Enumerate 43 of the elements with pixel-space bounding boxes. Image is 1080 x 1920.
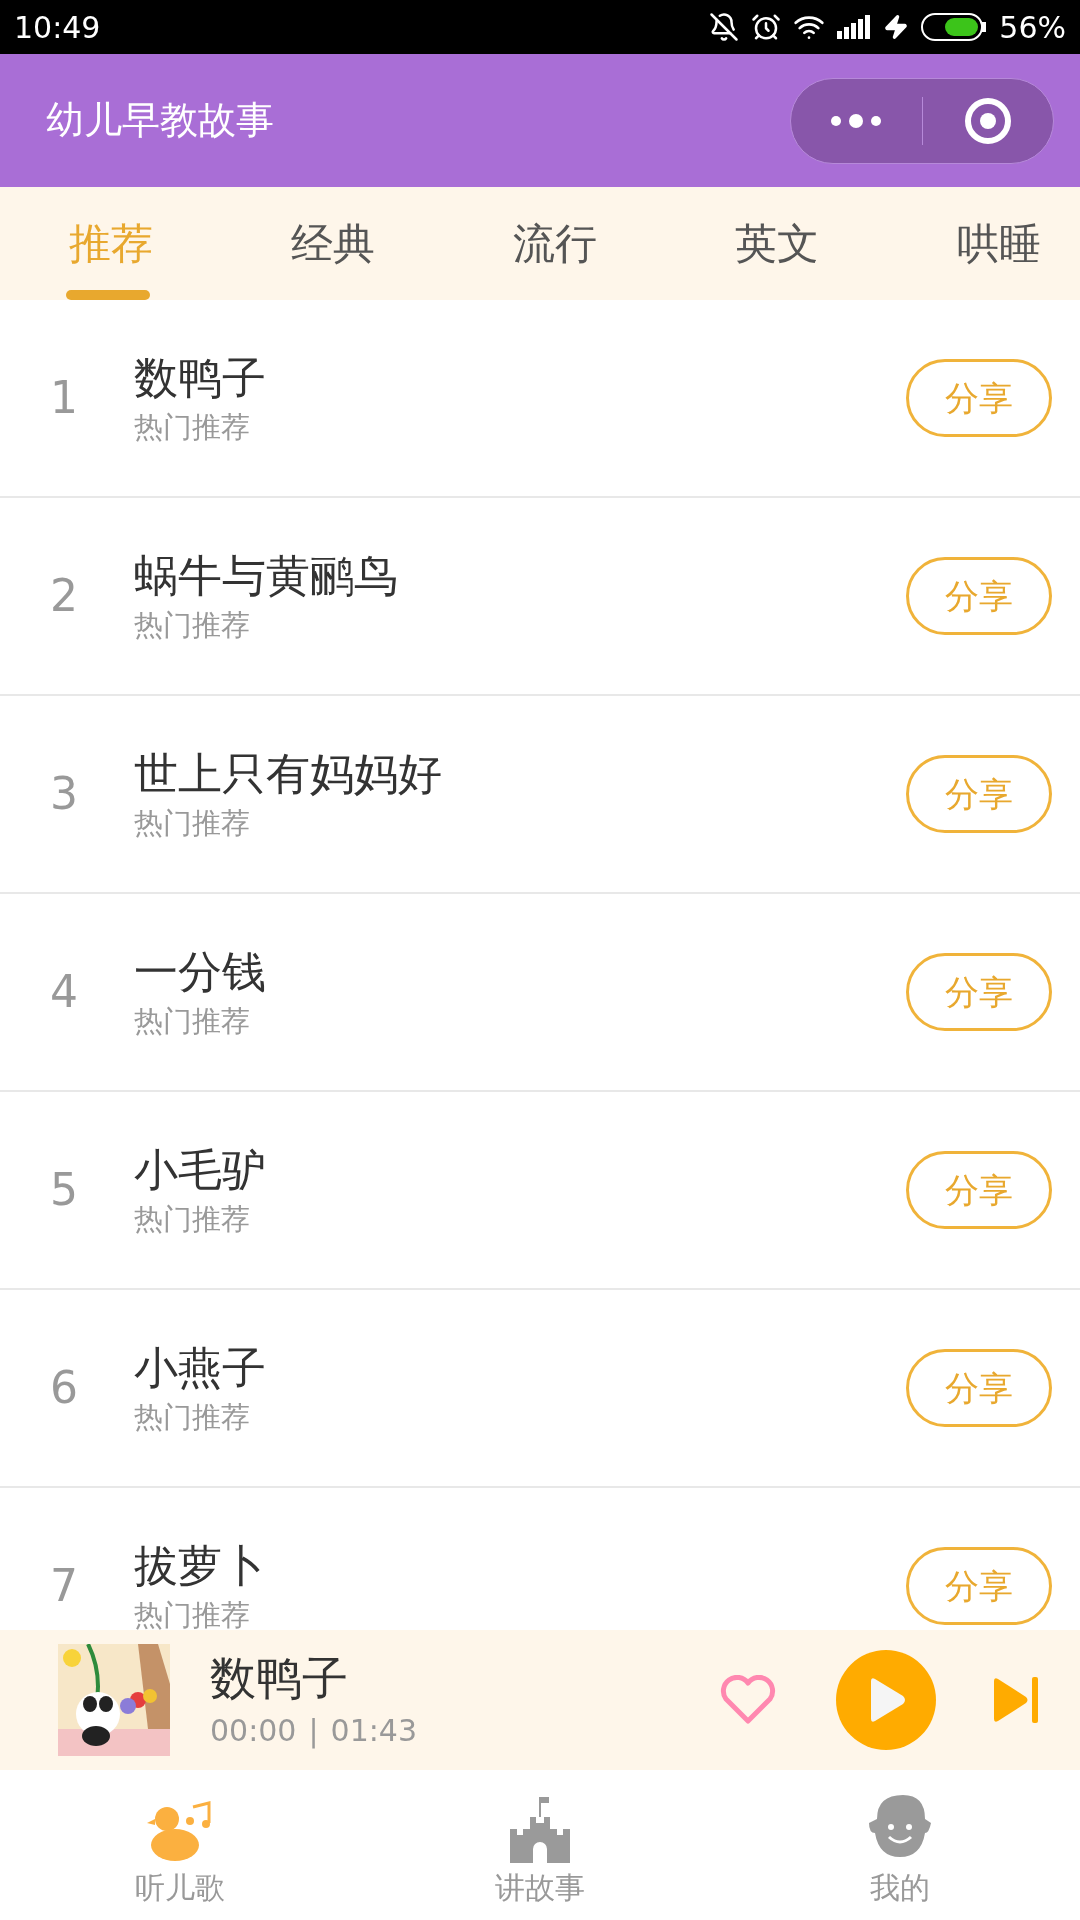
battery-icon — [921, 13, 988, 41]
more-icon — [830, 113, 883, 128]
heart-icon — [720, 1675, 776, 1725]
song-subtitle: 热门推荐 — [134, 1399, 251, 1436]
song-subtitle: 热门推荐 — [134, 1201, 251, 1238]
song-subtitle: 热门推荐 — [134, 805, 251, 842]
skip-next-icon — [992, 1675, 1040, 1725]
song-title[interactable]: 数鸭子 — [134, 349, 266, 407]
charging-icon — [883, 14, 910, 40]
song-subtitle: 热门推荐 — [134, 607, 251, 644]
song-number: 3 — [50, 767, 79, 821]
song-subtitle: 热门推荐 — [134, 409, 251, 446]
category-tab[interactable]: 哄睡 — [888, 187, 1080, 300]
alarm-clock-icon — [751, 12, 782, 42]
song-subtitle: 热门推荐 — [134, 1003, 251, 1040]
target-icon — [963, 96, 1012, 145]
song-title[interactable]: 小燕子 — [134, 1339, 266, 1397]
song-subtitle: 热门推荐 — [134, 1597, 251, 1630]
song-number: 5 — [50, 1163, 79, 1217]
total-duration: 01:43 — [330, 1711, 418, 1750]
app-title: 幼儿早教故事 — [46, 97, 274, 144]
song-number: 2 — [50, 569, 79, 623]
song-title[interactable]: 蜗牛与黄鹂鸟 — [134, 547, 398, 605]
signal-icon — [837, 15, 872, 39]
song-number: 1 — [50, 371, 79, 425]
now-playing-title: 数鸭子 — [210, 1649, 349, 1707]
category-tab[interactable]: 流行 — [444, 187, 666, 300]
next-button[interactable] — [992, 1675, 1040, 1725]
song-number: 6 — [50, 1361, 79, 1415]
category-tab[interactable]: 经典 — [222, 187, 444, 300]
status-time: 10:49 — [14, 8, 101, 47]
song-title[interactable]: 一分钱 — [134, 943, 266, 1001]
song-title[interactable]: 世上只有妈妈好 — [134, 745, 442, 803]
song-title[interactable]: 拔萝卜 — [134, 1537, 266, 1595]
song-number: 4 — [50, 965, 79, 1019]
elapsed-time: 00:00 — [210, 1711, 297, 1750]
song-title[interactable]: 小毛驴 — [134, 1141, 266, 1199]
like-button[interactable] — [720, 1675, 776, 1725]
time-separator: | — [308, 1711, 319, 1751]
song-number: 7 — [50, 1559, 79, 1613]
battery-percent: 56% — [999, 8, 1066, 47]
category-tab[interactable]: 英文 — [666, 187, 888, 300]
bell-off-icon — [709, 12, 740, 42]
